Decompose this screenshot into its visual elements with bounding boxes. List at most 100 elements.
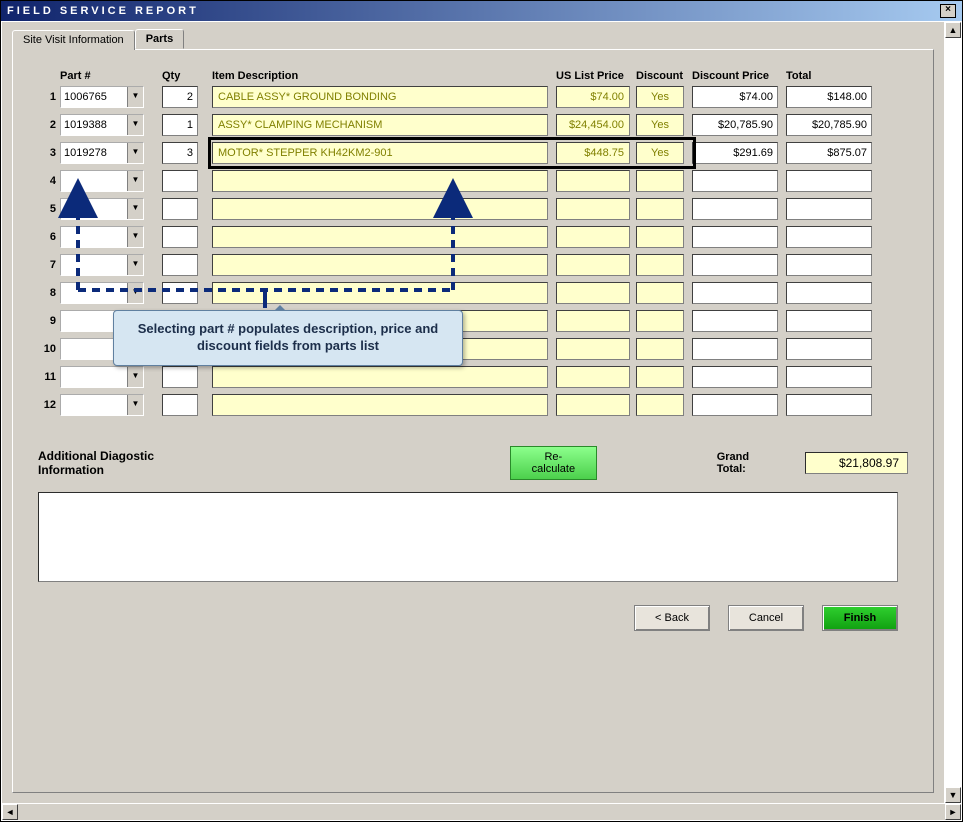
part-combo[interactable]: ▼	[60, 170, 144, 192]
chevron-down-icon[interactable]: ▼	[127, 171, 143, 191]
discount-price-input[interactable]	[692, 310, 778, 332]
part-input[interactable]	[61, 87, 127, 107]
header-total: Total	[786, 70, 872, 82]
part-input[interactable]	[61, 115, 127, 135]
qty-input[interactable]	[162, 114, 198, 136]
callout-text: Selecting part # populates description, …	[138, 321, 439, 353]
header-part: Part #	[60, 70, 144, 82]
part-input[interactable]	[61, 395, 127, 415]
chevron-down-icon[interactable]: ▼	[127, 143, 143, 163]
discount-field	[636, 310, 684, 332]
part-combo[interactable]: ▼	[60, 226, 144, 248]
discount-price-input[interactable]	[692, 114, 778, 136]
part-combo[interactable]: ▼	[60, 86, 144, 108]
qty-input[interactable]	[162, 254, 198, 276]
row-number: 5	[38, 203, 56, 215]
part-input[interactable]	[61, 199, 127, 219]
part-input[interactable]	[61, 143, 127, 163]
total-input[interactable]	[786, 86, 872, 108]
part-input[interactable]	[61, 283, 127, 303]
chevron-down-icon[interactable]: ▼	[127, 227, 143, 247]
back-button[interactable]: < Back	[634, 605, 710, 631]
qty-input[interactable]	[162, 226, 198, 248]
close-button[interactable]: ×	[940, 4, 956, 18]
price-field	[556, 338, 630, 360]
qty-input[interactable]	[162, 198, 198, 220]
discount-price-input[interactable]	[692, 170, 778, 192]
discount-price-input[interactable]	[692, 86, 778, 108]
grid-row-3: 3▼	[38, 142, 908, 164]
chevron-down-icon[interactable]: ▼	[127, 115, 143, 135]
grid-row-5: 5▼	[38, 198, 908, 220]
price-field	[556, 226, 630, 248]
part-combo[interactable]: ▼	[60, 114, 144, 136]
part-combo[interactable]: ▼	[60, 254, 144, 276]
total-input[interactable]	[786, 366, 872, 388]
qty-input[interactable]	[162, 282, 198, 304]
chevron-down-icon[interactable]: ▼	[127, 199, 143, 219]
total-input[interactable]	[786, 282, 872, 304]
tab-parts[interactable]: Parts	[135, 29, 185, 49]
row-number: 11	[38, 371, 56, 383]
total-input[interactable]	[786, 142, 872, 164]
chevron-down-icon[interactable]: ▼	[127, 283, 143, 303]
discount-field	[636, 394, 684, 416]
total-input[interactable]	[786, 310, 872, 332]
finish-button[interactable]: Finish	[822, 605, 898, 631]
total-input[interactable]	[786, 198, 872, 220]
diagnostic-textarea[interactable]	[38, 492, 898, 582]
tab-site-visit[interactable]: Site Visit Information	[12, 30, 135, 50]
scroll-right-button[interactable]: ►	[945, 804, 961, 820]
part-combo[interactable]: ▼	[60, 142, 144, 164]
discount-price-input[interactable]	[692, 338, 778, 360]
scroll-up-button[interactable]: ▲	[945, 22, 961, 38]
grid-row-1: 1▼	[38, 86, 908, 108]
discount-price-input[interactable]	[692, 198, 778, 220]
qty-input[interactable]	[162, 394, 198, 416]
discount-price-input[interactable]	[692, 254, 778, 276]
horizontal-scrollbar[interactable]: ◄ ►	[2, 804, 961, 820]
total-input[interactable]	[786, 254, 872, 276]
grand-total-label: Grand Total:	[717, 451, 777, 475]
discount-price-input[interactable]	[692, 142, 778, 164]
row-number: 8	[38, 287, 56, 299]
recalculate-button[interactable]: Re-calculate	[510, 446, 597, 480]
discount-field	[636, 198, 684, 220]
total-input[interactable]	[786, 394, 872, 416]
total-input[interactable]	[786, 114, 872, 136]
diag-label: Additional Diagostic Information	[38, 449, 210, 477]
total-input[interactable]	[786, 226, 872, 248]
discount-price-input[interactable]	[692, 394, 778, 416]
scroll-left-button[interactable]: ◄	[2, 804, 18, 820]
price-field	[556, 114, 630, 136]
qty-input[interactable]	[162, 170, 198, 192]
row-number: 6	[38, 231, 56, 243]
qty-input[interactable]	[162, 366, 198, 388]
chevron-down-icon[interactable]: ▼	[127, 255, 143, 275]
desc-field	[212, 142, 548, 164]
chevron-down-icon[interactable]: ▼	[127, 87, 143, 107]
cancel-button[interactable]: Cancel	[728, 605, 804, 631]
chevron-down-icon[interactable]: ▼	[127, 395, 143, 415]
part-input[interactable]	[61, 367, 127, 387]
discount-price-input[interactable]	[692, 282, 778, 304]
price-field	[556, 142, 630, 164]
part-combo[interactable]: ▼	[60, 394, 144, 416]
chevron-down-icon[interactable]: ▼	[127, 367, 143, 387]
discount-price-input[interactable]	[692, 226, 778, 248]
tab-strip: Site Visit Information Parts	[12, 30, 184, 50]
row-number: 1	[38, 91, 56, 103]
part-input[interactable]	[61, 255, 127, 275]
qty-input[interactable]	[162, 142, 198, 164]
grid-row-7: 7▼	[38, 254, 908, 276]
discount-price-input[interactable]	[692, 366, 778, 388]
total-input[interactable]	[786, 338, 872, 360]
part-combo[interactable]: ▼	[60, 198, 144, 220]
qty-input[interactable]	[162, 86, 198, 108]
total-input[interactable]	[786, 170, 872, 192]
part-combo[interactable]: ▼	[60, 282, 144, 304]
part-input[interactable]	[61, 227, 127, 247]
part-combo[interactable]: ▼	[60, 366, 144, 388]
part-input[interactable]	[61, 171, 127, 191]
scroll-down-button[interactable]: ▼	[945, 787, 961, 803]
